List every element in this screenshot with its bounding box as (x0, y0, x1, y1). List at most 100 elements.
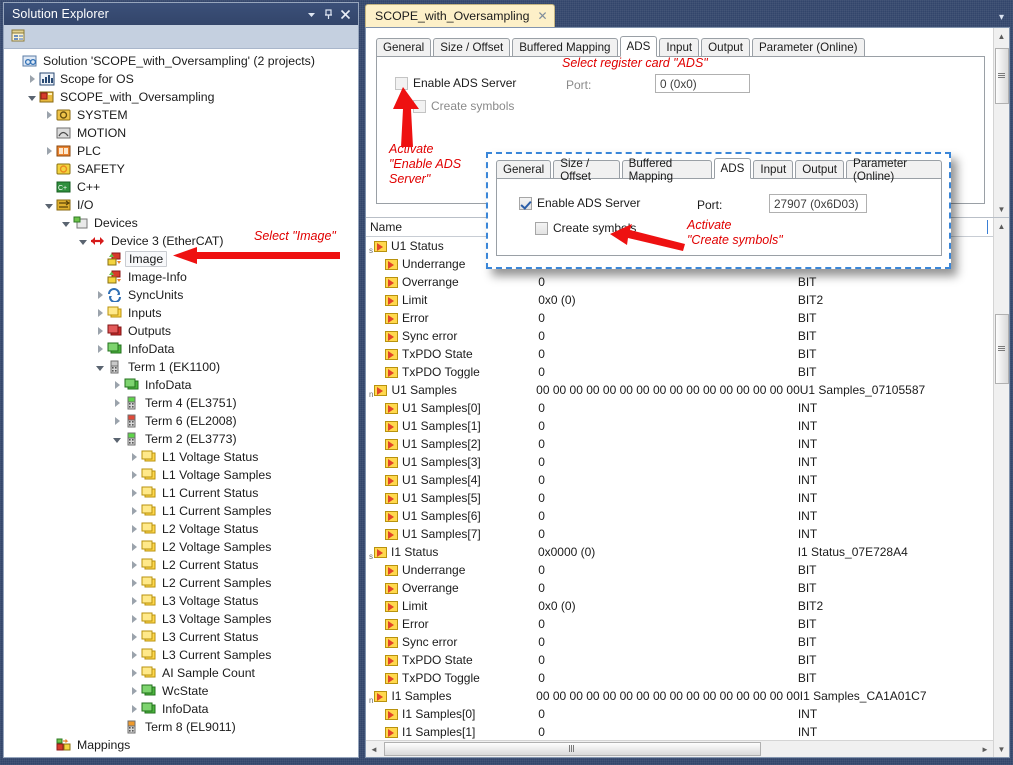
tree-item-inputs[interactable]: Inputs (4, 304, 358, 322)
table-row[interactable]: I1 Samples[1] 0 INT (366, 723, 993, 740)
table-row[interactable]: TxPDO State 0 BIT (366, 345, 993, 363)
table-vertical-scrollbar[interactable]: ▲ ▼ (993, 218, 1009, 757)
close-icon[interactable] (337, 6, 354, 23)
tree-item-term-4-el3751[interactable]: Term 4 (EL3751) (4, 394, 358, 412)
tree-item-scope-for-os[interactable]: Scope for OS (4, 70, 358, 88)
chevron-right-icon[interactable] (128, 615, 140, 623)
properties-vertical-scrollbar[interactable]: ▲ ▼ (993, 28, 1009, 217)
table-row[interactable]: U1 Samples[3] 0 INT (366, 453, 993, 471)
table-row[interactable]: Overrange 0 BIT (366, 579, 993, 597)
tab-parameter-online[interactable]: Parameter (Online) (846, 157, 942, 183)
table-row[interactable]: TxPDO State 0 BIT (366, 651, 993, 669)
tree-item-l3-voltage-samples[interactable]: L3 Voltage Samples (4, 610, 358, 628)
scroll-up-icon[interactable]: ▲ (994, 28, 1010, 44)
chevron-right-icon[interactable] (128, 489, 140, 497)
chevron-right-icon[interactable] (94, 291, 106, 299)
chevron-right-icon[interactable] (128, 597, 140, 605)
table-row[interactable]: TxPDO Toggle 0 BIT (366, 363, 993, 381)
properties-window-icon[interactable] (10, 28, 29, 45)
scroll-right-icon[interactable]: ► (977, 741, 993, 758)
tree-item-l1-voltage-samples[interactable]: L1 Voltage Samples (4, 466, 358, 484)
tab-parameter-online[interactable]: Parameter (Online) (751, 38, 865, 57)
port-input[interactable]: 0 (0x0) (655, 74, 750, 93)
pin-icon[interactable] (320, 6, 337, 23)
chevron-down-icon[interactable] (60, 220, 72, 227)
overlay-port-input[interactable]: 27907 (0x6D03) (769, 194, 867, 213)
tree-item-infodata[interactable]: InfoData (4, 700, 358, 718)
chevron-right-icon[interactable] (128, 525, 140, 533)
tree-item-term-8-el9011[interactable]: Term 8 (EL9011) (4, 718, 358, 736)
chevron-right-icon[interactable] (111, 381, 123, 389)
chevron-right-icon[interactable] (94, 345, 106, 353)
tree-item-syncunits[interactable]: SyncUnits (4, 286, 358, 304)
chevron-right-icon[interactable] (128, 453, 140, 461)
scroll-up-icon[interactable]: ▲ (994, 218, 1010, 234)
tree-item-image-info[interactable]: Image-Info (4, 268, 358, 286)
table-row[interactable]: n U1 Samples 00 00 00 00 00 00 00 00 00 00… (366, 381, 993, 399)
chevron-right-icon[interactable] (128, 705, 140, 713)
chevron-down-icon[interactable] (26, 94, 38, 101)
overlay-tab-row[interactable]: General Size / Offset Buffered Mapping ADS I… (496, 157, 944, 183)
chevron-right-icon[interactable] (128, 579, 140, 587)
tree-item-system[interactable]: SYSTEM (4, 106, 358, 124)
table-body[interactable]: s U1 Status Underrange 0 BIT Overrange 0 BIT Lim… (366, 237, 993, 740)
chevron-right-icon[interactable] (111, 399, 123, 407)
tab-general[interactable]: General (376, 38, 432, 57)
tree-item-term-1-ek1100[interactable]: Term 1 (EK1100) (4, 358, 358, 376)
chevron-down-icon[interactable] (43, 202, 55, 209)
tree-item-solution-scope-with-oversampling-2-projects[interactable]: Solution 'SCOPE_with_Oversampling' (2 pr… (4, 52, 358, 70)
table-row[interactable]: U1 Samples[5] 0 INT (366, 489, 993, 507)
chevron-right-icon[interactable] (128, 687, 140, 695)
scroll-down-icon[interactable]: ▼ (994, 201, 1010, 217)
tree-item-l2-current-samples[interactable]: L2 Current Samples (4, 574, 358, 592)
table-horizontal-scrollbar[interactable]: ◄ ► (366, 740, 993, 757)
table-row[interactable]: Limit 0x0 (0) BIT2 (366, 597, 993, 615)
chevron-right-icon[interactable] (128, 543, 140, 551)
chevron-right-icon[interactable] (128, 651, 140, 659)
chevron-down-icon[interactable] (77, 238, 89, 245)
chevron-right-icon[interactable] (111, 417, 123, 425)
tree-item-l1-current-status[interactable]: L1 Current Status (4, 484, 358, 502)
chevron-down-icon[interactable]: ▾ (999, 12, 1004, 23)
chevron-down-icon[interactable] (111, 436, 123, 443)
chevron-right-icon[interactable] (128, 561, 140, 569)
table-row[interactable]: U1 Samples[4] 0 INT (366, 471, 993, 489)
table-row[interactable]: s I1 Status 0x0000 (0) I1 Status_07E728A4 (366, 543, 993, 561)
tree-item-plc[interactable]: PLC (4, 142, 358, 160)
solution-tree[interactable]: Solution 'SCOPE_with_Oversampling' (2 pr… (4, 49, 358, 757)
hscrollbar-track[interactable] (382, 741, 977, 758)
tree-item-l3-voltage-status[interactable]: L3 Voltage Status (4, 592, 358, 610)
tree-item-safety[interactable]: SAFETY (4, 160, 358, 178)
scrollbar-track[interactable] (994, 234, 1010, 741)
tree-item-infodata[interactable]: InfoData (4, 376, 358, 394)
chevron-right-icon[interactable] (128, 633, 140, 641)
chevron-right-icon[interactable] (128, 507, 140, 515)
tab-general[interactable]: General (496, 160, 552, 179)
chevron-right-icon[interactable] (128, 669, 140, 677)
tree-item-l3-current-status[interactable]: L3 Current Status (4, 628, 358, 646)
table-row[interactable]: U1 Samples[7] 0 INT (366, 525, 993, 543)
table-row[interactable]: U1 Samples[1] 0 INT (366, 417, 993, 435)
tree-item-l2-voltage-status[interactable]: L2 Voltage Status (4, 520, 358, 538)
scrollbar-thumb[interactable] (994, 314, 1009, 384)
scroll-down-icon[interactable]: ▼ (994, 741, 1010, 757)
chevron-right-icon[interactable] (128, 471, 140, 479)
table-row[interactable]: Error 0 BIT (366, 615, 993, 633)
hscrollbar-thumb[interactable] (384, 741, 761, 756)
tab-ads[interactable]: ADS (619, 36, 658, 57)
tree-item-l3-current-samples[interactable]: L3 Current Samples (4, 646, 358, 664)
tree-item-ai-sample-count[interactable]: AI Sample Count (4, 664, 358, 682)
table-row[interactable]: I1 Samples[0] 0 INT (366, 705, 993, 723)
tree-item-wcstate[interactable]: WcState (4, 682, 358, 700)
document-tab[interactable]: SCOPE_with_Oversampling ✕ (365, 4, 555, 27)
tree-item-c[interactable]: C+ C++ (4, 178, 358, 196)
scrollbar-track[interactable] (994, 44, 1010, 201)
tab-input[interactable]: Input (659, 38, 700, 57)
tree-item-motion[interactable]: MOTION (4, 124, 358, 142)
scrollbar-thumb[interactable] (994, 48, 1009, 104)
tab-output[interactable]: Output (701, 38, 750, 57)
overlay-enable-ads-server-row[interactable]: Enable ADS Server (519, 196, 640, 210)
chevron-right-icon[interactable] (94, 309, 106, 317)
tab-ads[interactable]: ADS (713, 158, 752, 179)
chevron-down-icon[interactable] (94, 364, 106, 371)
